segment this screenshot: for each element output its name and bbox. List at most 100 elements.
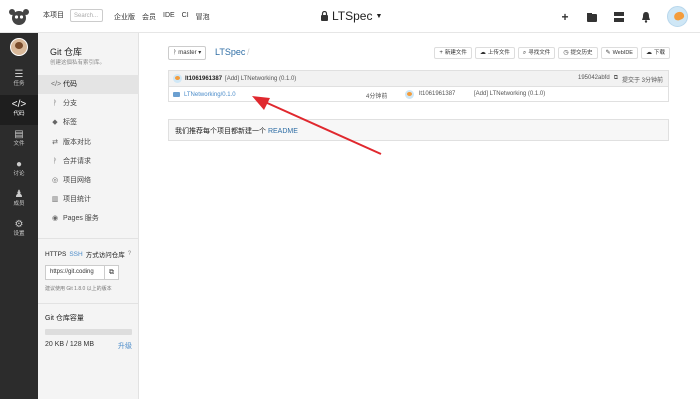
breadcrumb-separator: /	[247, 47, 250, 57]
file-author[interactable]: lt1061961387	[419, 91, 455, 97]
git-version-note: 建议使用 Git 1.8.0 以上的版本	[45, 286, 112, 292]
user-avatar[interactable]	[667, 6, 688, 27]
menu-item-branches[interactable]: ᚹ 分支	[38, 94, 139, 113]
avatar[interactable]	[173, 74, 182, 83]
readme-text: 我们推荐每个项目都新建一个	[175, 128, 266, 135]
storage-bar	[45, 329, 132, 335]
clone-title: HTTPS SSH 方式访问仓库 ?	[45, 249, 132, 260]
commit-history-label: 提交历史	[570, 50, 593, 56]
menu-item-stats[interactable]: ▥ 项目统计	[38, 190, 139, 209]
nav-tasks-label: 任务	[13, 81, 25, 87]
project-switcher[interactable]: LTSpec ▼	[320, 9, 382, 23]
nav-settings[interactable]: ⚙ 设置	[0, 215, 38, 245]
repo-title: Git 仓库	[50, 47, 83, 57]
file-list: lt1061961387 [Add] LTNetworking (0.1.0) …	[168, 70, 669, 102]
menu-item-label: 项目网络	[63, 176, 91, 184]
commit-message[interactable]: [Add] LTNetworking (0.1.0)	[225, 76, 296, 82]
download-icon: ☁	[645, 50, 652, 56]
https-tab[interactable]: HTTPS	[45, 251, 66, 258]
top-icons: +	[559, 6, 688, 27]
menu-item-network[interactable]: ◎ 项目网络	[38, 171, 139, 190]
repo-menu: </> 代码 ᚹ 分支 ◆ 标签 ⇄ 版本对比 ᚹ 合并请求 ◎ 项目网络 ▥ …	[38, 75, 139, 229]
main-content: ᚹ master ▾ LTSpec / + 新建文件 ☁ 上传文件 ⌕ 寻找文件 ◷ 提…	[139, 33, 700, 399]
download-button[interactable]: ☁ 下载	[640, 47, 670, 59]
server-icon[interactable]	[613, 11, 625, 23]
settings-icon: ⚙	[14, 219, 24, 230]
menu-item-tags[interactable]: ◆ 标签	[38, 113, 139, 132]
help-icon[interactable]: ?	[128, 251, 131, 257]
new-file-button[interactable]: + 新建文件	[434, 47, 472, 59]
find-file-label: 寻找文件	[528, 50, 551, 56]
menu-item-label: 版本对比	[63, 138, 91, 146]
commit-history-button[interactable]: ◷ 提交历史	[558, 47, 598, 59]
network-icon: ◎	[51, 176, 59, 184]
clone-url-input[interactable]: https://git.coding	[45, 265, 105, 280]
storage-title: Git 仓库容量	[45, 315, 84, 322]
tag-icon: ◆	[52, 119, 58, 127]
menu-item-pages[interactable]: ◉ Pages 服务	[38, 209, 139, 228]
top-links: 企业版 会员 IDE CI 冒泡	[114, 12, 210, 22]
bell-icon[interactable]	[640, 11, 652, 23]
plus-icon[interactable]: +	[559, 11, 571, 23]
nav-discuss-label: 讨论	[13, 171, 25, 177]
new-file-label: 新建文件	[444, 50, 467, 56]
find-file-button[interactable]: ⌕ 寻找文件	[517, 47, 556, 59]
webide-button[interactable]: ✎ WebIDE	[600, 47, 638, 59]
code-icon: </>	[51, 81, 62, 88]
merge-request-icon: ᚹ	[52, 157, 58, 165]
search-input[interactable]: Search...	[70, 9, 103, 22]
menu-item-label: Pages 服务	[63, 215, 99, 223]
download-label: 下载	[653, 50, 665, 56]
readme-link[interactable]: README	[268, 128, 298, 135]
menu-item-label: 分支	[63, 100, 77, 108]
nav-files-label: 文件	[13, 141, 25, 147]
link-enterprise[interactable]: 企业版	[114, 12, 135, 22]
commit-hash[interactable]: 195042abfd	[578, 75, 610, 84]
breadcrumb-repo[interactable]: LTSpec	[215, 47, 245, 57]
nav-tasks[interactable]: ☰ 任务	[0, 65, 38, 95]
project-avatar[interactable]	[10, 38, 28, 56]
coding-logo-icon[interactable]	[8, 7, 30, 26]
link-member[interactable]: 会员	[142, 12, 156, 22]
avatar[interactable]	[405, 90, 414, 99]
clone-row: https://git.coding ⧉	[45, 265, 132, 280]
menu-item-compare[interactable]: ⇄ 版本对比	[38, 133, 139, 152]
nav-files[interactable]: ▤ 文件	[0, 125, 38, 155]
nav-members[interactable]: ♟ 成员	[0, 185, 38, 215]
menu-item-code[interactable]: </> 代码	[38, 75, 139, 95]
upload-file-button[interactable]: ☁ 上传文件	[474, 47, 515, 59]
nav-settings-label: 设置	[13, 231, 25, 237]
menu-item-merge-requests[interactable]: ᚹ 合并请求	[38, 152, 139, 171]
commit-author[interactable]: lt1061961387	[185, 76, 222, 82]
upgrade-link[interactable]: 升级	[118, 341, 132, 351]
ssh-tab[interactable]: SSH	[69, 251, 82, 258]
link-ide[interactable]: IDE	[163, 12, 175, 22]
link-bubble[interactable]: 冒泡	[196, 12, 210, 22]
discuss-icon: ●	[15, 159, 23, 170]
menu-item-label: 标签	[63, 119, 77, 127]
icon-sidebar: ☰ 任务 </> 代码 ▤ 文件 ● 讨论 ♟ 成员 ⚙ 设置	[0, 33, 38, 399]
copy-icon[interactable]: ⧉	[105, 265, 119, 280]
search-icon: ⌕	[522, 50, 527, 56]
table-row[interactable]: LTNetworking/0.1.0 4分钟前 lt1061961387 [Ad…	[169, 87, 668, 102]
file-commit-message[interactable]: [Add] LTNetworking (0.1.0)	[474, 91, 545, 97]
code-icon: </>	[11, 99, 27, 110]
upload-file-label: 上传文件	[487, 50, 510, 56]
file-actions: + 新建文件 ☁ 上传文件 ⌕ 寻找文件 ◷ 提交历史 ✎ WebIDE ☁ 下载	[434, 47, 670, 59]
lock-icon	[321, 11, 328, 21]
clone-panel: HTTPS SSH 方式访问仓库 ? https://git.coding ⧉ …	[38, 238, 139, 292]
search-scope-label[interactable]: 本项目	[43, 10, 64, 20]
commit-time: 提交于 3分钟前	[621, 78, 663, 84]
folder-icon[interactable]	[586, 11, 598, 23]
menu-item-label: 项目统计	[63, 196, 91, 204]
chevron-down-icon: ▼	[375, 12, 383, 20]
branch-selector[interactable]: ᚹ master ▾	[168, 46, 207, 60]
upload-icon: ☁	[479, 50, 486, 56]
file-name[interactable]: LTNetworking/0.1.0	[184, 92, 236, 98]
nav-members-label: 成员	[13, 201, 25, 207]
nav-code-label: 代码	[13, 111, 25, 117]
copy-icon[interactable]: ⧉	[614, 75, 618, 84]
link-ci[interactable]: CI	[182, 12, 189, 22]
nav-discuss[interactable]: ● 讨论	[0, 155, 38, 185]
nav-code[interactable]: </> 代码	[0, 95, 38, 125]
